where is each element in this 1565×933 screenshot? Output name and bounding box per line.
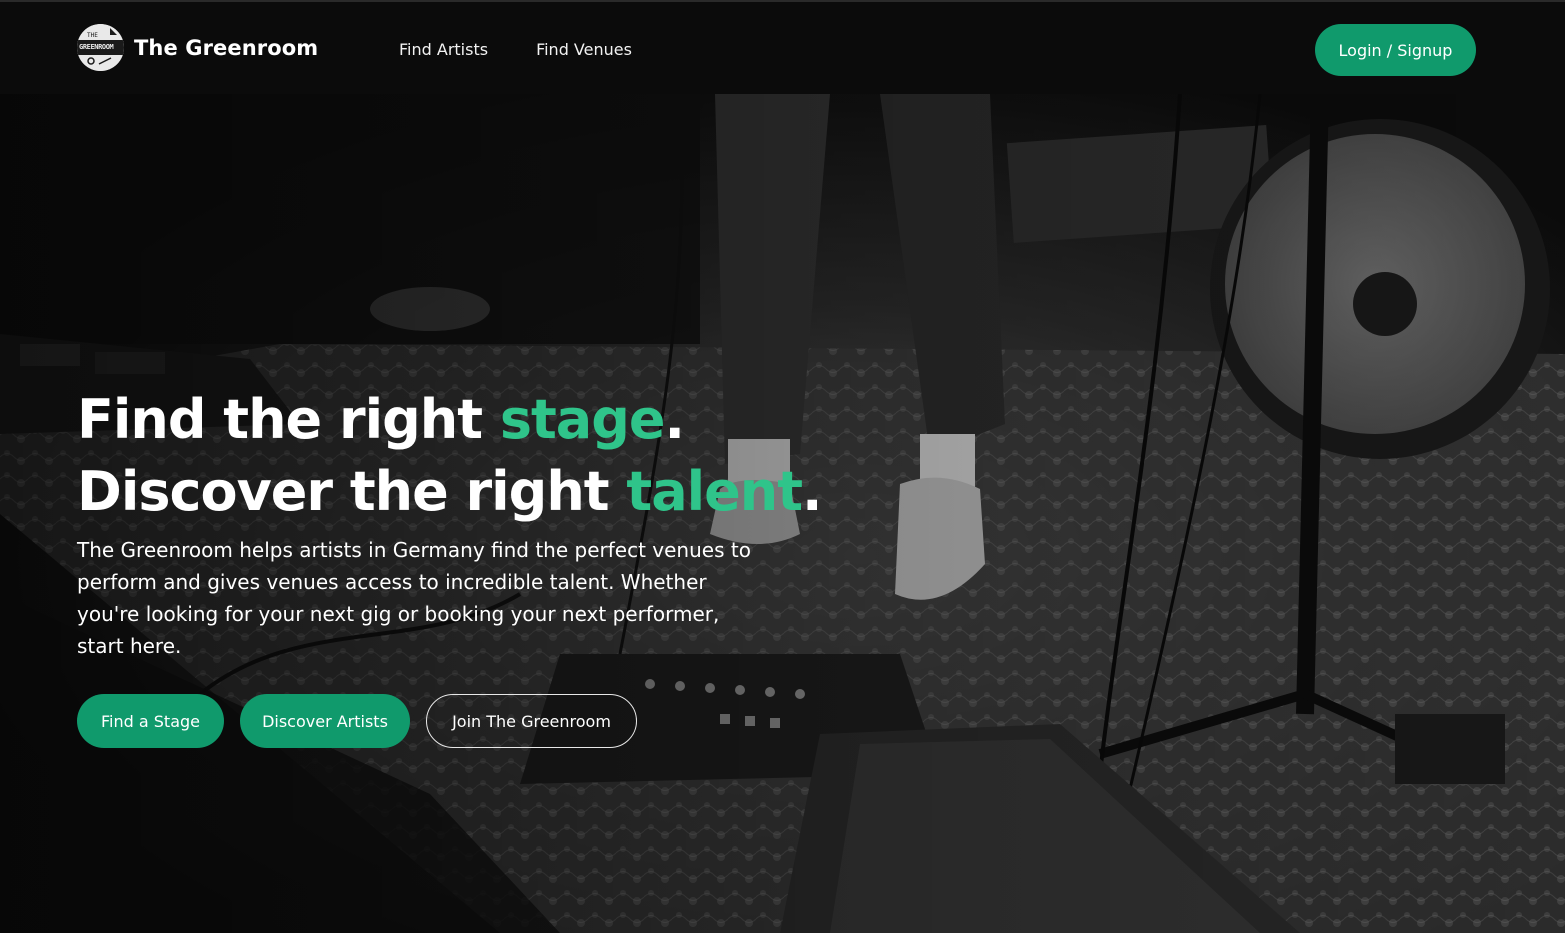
headline-line-1-suffix: . bbox=[664, 388, 685, 451]
join-greenroom-button[interactable]: Join The Greenroom bbox=[426, 694, 637, 748]
discover-artists-button[interactable]: Discover Artists bbox=[240, 694, 410, 748]
login-signup-button[interactable]: Login / Signup bbox=[1315, 24, 1476, 76]
greenroom-logo-icon: THE GREENROOM bbox=[77, 24, 124, 71]
headline-line-1-prefix: Find the right bbox=[77, 388, 500, 451]
hero-content: Find the right stage. Discover the right… bbox=[77, 384, 837, 748]
headline-line-1: Find the right stage. bbox=[77, 384, 837, 456]
nav-link-find-venues[interactable]: Find Venues bbox=[536, 40, 632, 59]
logo-main-text: GREENROOM bbox=[79, 43, 114, 51]
top-navbar: THE GREENROOM The Greenroom Find Artists… bbox=[0, 0, 1565, 94]
landing-page: THE GREENROOM The Greenroom Find Artists… bbox=[0, 0, 1565, 933]
hero-cta-row: Find a Stage Discover Artists Join The G… bbox=[77, 694, 837, 748]
headline-line-2: Discover the right talent. bbox=[77, 456, 837, 528]
hero-description: The Greenroom helps artists in Germany f… bbox=[77, 538, 751, 658]
find-a-stage-button[interactable]: Find a Stage bbox=[77, 694, 224, 748]
logo-top-text: THE bbox=[87, 32, 98, 39]
hero-headline: Find the right stage. Discover the right… bbox=[77, 384, 837, 528]
headline-accent-stage: stage bbox=[499, 388, 666, 451]
headline-line-2-prefix: Discover the right bbox=[77, 460, 627, 523]
hero-section: Find the right stage. Discover the right… bbox=[0, 94, 1565, 933]
headline-line-2-suffix: . bbox=[802, 460, 822, 523]
brand-name: The Greenroom bbox=[134, 35, 319, 60]
main-nav: Find Artists Find Venues bbox=[399, 2, 680, 96]
brand[interactable]: THE GREENROOM The Greenroom bbox=[77, 24, 318, 71]
nav-link-find-artists[interactable]: Find Artists bbox=[399, 40, 488, 59]
headline-accent-talent: talent bbox=[626, 460, 803, 523]
